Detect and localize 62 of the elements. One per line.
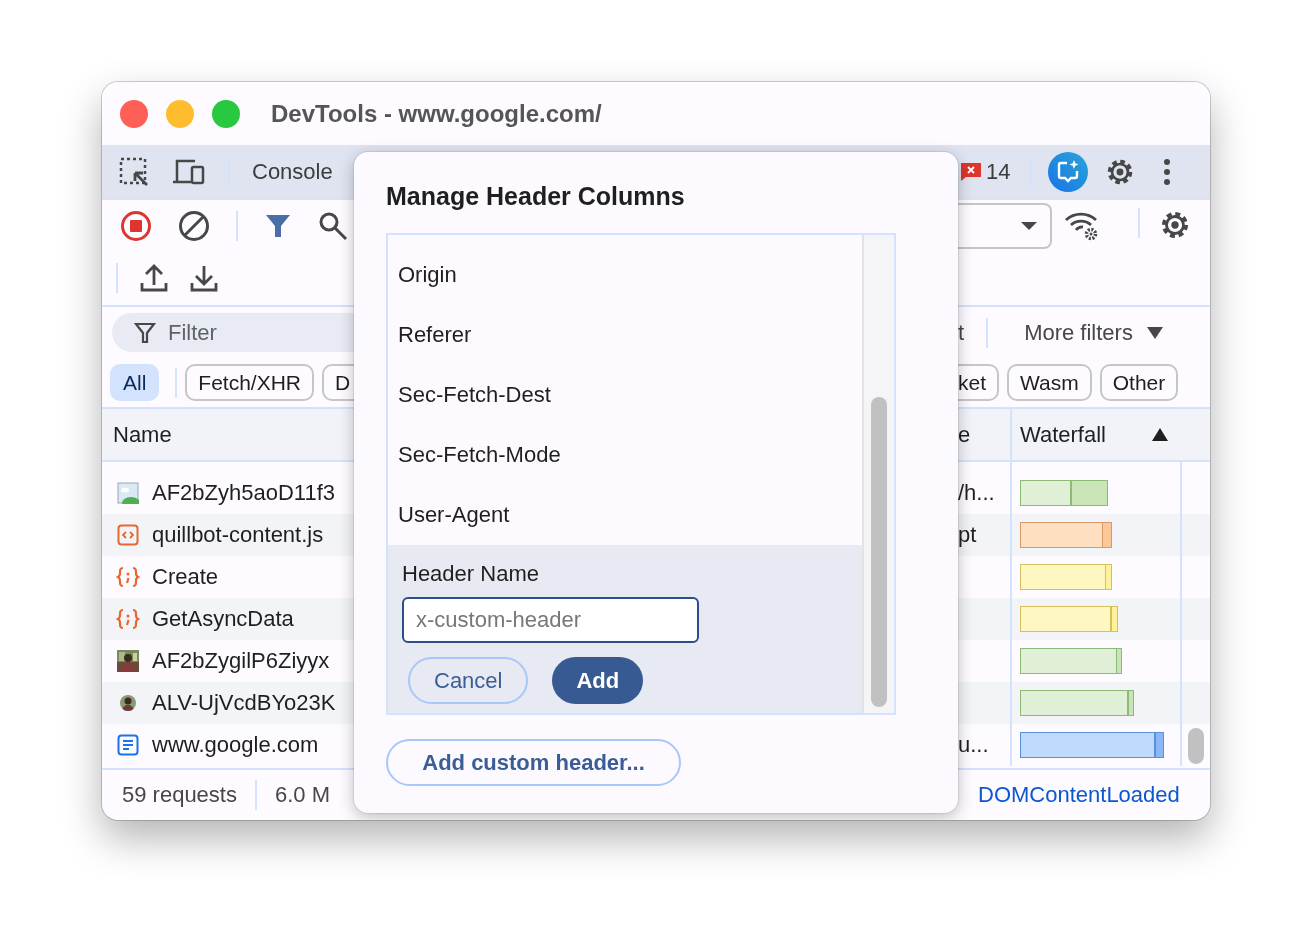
table-cell: /h... xyxy=(958,480,995,506)
download-icon[interactable] xyxy=(190,263,218,293)
add-custom-header-button[interactable]: Add custom header... xyxy=(386,739,681,786)
header-item[interactable]: Sec-Fetch-Mode xyxy=(388,425,862,485)
type-filter-chip[interactable]: Other xyxy=(1099,364,1179,401)
upload-icon[interactable] xyxy=(140,263,168,293)
filter-label: t xyxy=(958,319,965,346)
caret-icon xyxy=(1020,221,1038,231)
script-file-icon xyxy=(117,524,139,546)
header-item[interactable]: Sec-Fetch-Dest xyxy=(388,365,862,425)
filter-field[interactable]: Filter xyxy=(112,313,354,352)
request-name[interactable]: GetAsyncData xyxy=(152,606,294,632)
console-tab[interactable]: Console xyxy=(252,159,333,185)
type-filter-chip[interactable]: ket xyxy=(958,364,999,401)
more-filters-button[interactable]: More filters xyxy=(1024,319,1133,346)
request-name[interactable]: Create xyxy=(152,564,219,590)
type-filter-chip[interactable]: D xyxy=(322,364,354,401)
dom-content-loaded-time: DOMContentLoaded xyxy=(978,782,1180,808)
column-header[interactable]: Waterfall xyxy=(1020,421,1106,448)
filter-icon[interactable] xyxy=(264,212,292,240)
table-cell: u... xyxy=(958,732,989,758)
header-item[interactable]: User-Agent xyxy=(388,485,862,545)
request-name[interactable]: quillbot-content.js xyxy=(152,522,324,548)
error-count[interactable]: 14 xyxy=(986,159,1011,185)
request-count: 59 requests xyxy=(122,782,237,808)
type-filter-chip[interactable]: Fetch/XHR xyxy=(185,364,315,401)
request-name[interactable]: AF2bZygilP6Ziyyx xyxy=(152,648,330,674)
clear-icon[interactable] xyxy=(178,210,210,242)
caret-icon xyxy=(1146,326,1163,339)
header-item[interactable]: Referer xyxy=(388,305,862,365)
record-icon[interactable] xyxy=(120,210,152,242)
transferred-size: 6.0 M xyxy=(274,782,330,808)
error-icon xyxy=(960,162,982,182)
window-title: DevTools - www.google.com/ xyxy=(271,99,602,128)
field-label: Header Name xyxy=(402,560,540,588)
braces-icon xyxy=(116,608,140,630)
column-header[interactable]: e xyxy=(958,421,971,448)
dialog-title: Manage Header Columns xyxy=(386,181,686,212)
cancel-button[interactable]: Cancel xyxy=(408,657,529,704)
search-icon[interactable] xyxy=(318,211,348,241)
header-item[interactable]: Origin xyxy=(388,245,862,305)
device-toolbar-icon[interactable] xyxy=(172,157,206,187)
image-file-icon xyxy=(117,482,139,504)
filter-icon xyxy=(134,321,156,344)
braces-icon xyxy=(116,566,140,588)
add-button[interactable]: Add xyxy=(552,657,644,704)
sort-ascending-icon xyxy=(1152,428,1168,441)
request-name[interactable]: ALV-UjVcdBYo23K xyxy=(152,690,336,716)
type-filter-chip[interactable]: All xyxy=(110,364,160,401)
document-icon xyxy=(117,734,139,756)
scrollbar-thumb[interactable] xyxy=(1188,728,1204,764)
type-filter-chip[interactable]: Wasm xyxy=(1007,364,1092,401)
inspect-element-icon[interactable] xyxy=(118,156,150,188)
header-name-field[interactable]: x-custom-header xyxy=(402,597,699,643)
column-header[interactable]: Name xyxy=(113,421,172,448)
table-cell: pt xyxy=(958,522,977,548)
more-options-icon[interactable] xyxy=(1162,157,1173,187)
scrollbar-thumb[interactable] xyxy=(871,397,887,707)
ai-assistance-icon[interactable] xyxy=(1048,152,1089,192)
close-button[interactable] xyxy=(120,99,148,128)
request-name[interactable]: AF2bZyh5aoD11f3 xyxy=(152,480,336,506)
request-name[interactable]: www.google.com xyxy=(152,732,319,758)
